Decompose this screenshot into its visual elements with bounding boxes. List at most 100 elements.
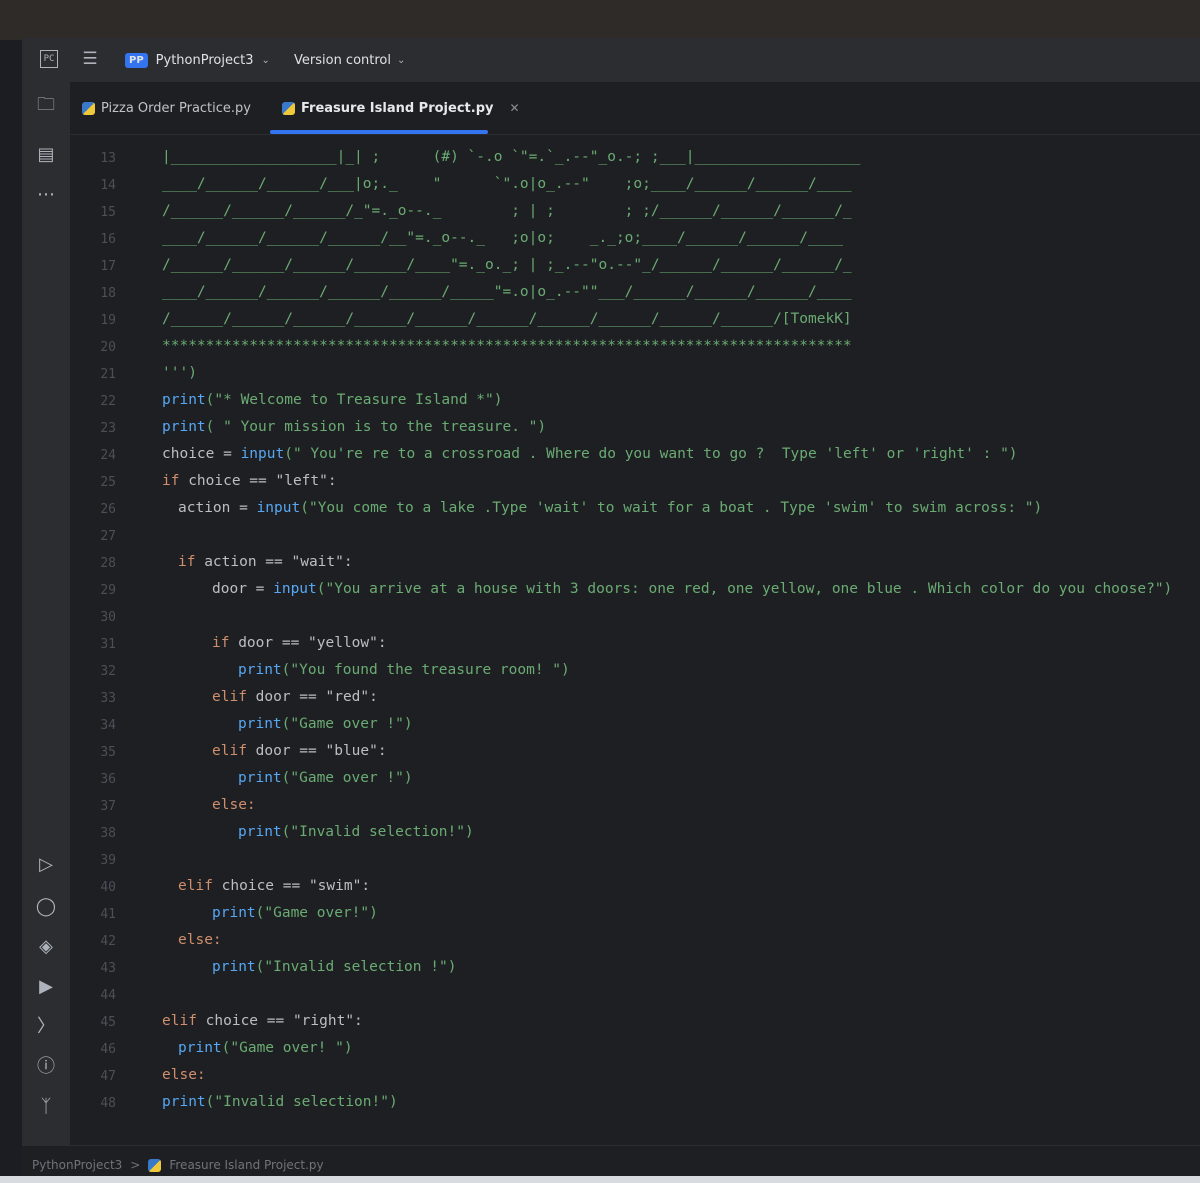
line-number: 47 [100, 1069, 116, 1084]
line-number: 21 [100, 367, 116, 382]
line-number: 24 [100, 448, 116, 463]
ide-window: PC ☰ PP PythonProject3 ⌄ Version control… [22, 38, 1200, 1183]
line-number: 39 [100, 853, 116, 868]
line-number: 22 [100, 394, 116, 409]
line-number: 40 [100, 880, 116, 895]
active-tab-indicator [270, 130, 488, 134]
chevron-down-icon: ⌄ [397, 54, 406, 66]
tab-label: Pizza Order Practice.py [101, 100, 251, 116]
code-line: if action == "wait": [178, 554, 353, 570]
code-line: elif door == "red": [212, 689, 378, 705]
line-number: 48 [100, 1096, 116, 1111]
title-bar: PC ☰ PP PythonProject3 ⌄ Version control… [22, 38, 1200, 82]
code-line: print("Game over!") [212, 905, 378, 921]
ascii-art-line: /______/______/______/______/______/____… [162, 311, 852, 327]
code-line: action = input("You come to a lake .Type… [178, 500, 1043, 516]
line-number: 15 [100, 205, 116, 220]
python-file-icon [82, 101, 95, 115]
ascii-art-line: ''') [162, 365, 197, 381]
line-number: 19 [100, 313, 116, 328]
ascii-art-line: ____/______/______/______/______/_____"=… [162, 284, 852, 300]
ascii-art-line: ____/______/______/___|o;._ " `".o|o_.--… [162, 176, 852, 192]
tool-window-strip: 🗀 ▤ ⋯ ▷ ◯ ◈ ▶ 〉 ⓘ ᛉ [22, 82, 70, 1147]
code-line: if door == "yellow": [212, 635, 387, 651]
code-line: print("You found the treasure room! ") [238, 662, 570, 678]
tab-freasure-island-project[interactable]: Freasure Island Project.py ✕ [282, 96, 520, 120]
line-number: 41 [100, 907, 116, 922]
line-number: 14 [100, 178, 116, 193]
line-number: 28 [100, 556, 116, 571]
version-control-menu[interactable]: Version control ⌄ [294, 49, 405, 71]
code-line: elif choice == "right": [162, 1013, 363, 1029]
line-number: 26 [100, 502, 116, 517]
line-number: 31 [100, 637, 116, 652]
line-number: 36 [100, 772, 116, 787]
line-number: 46 [100, 1042, 116, 1057]
services-icon[interactable]: ▶ [33, 974, 59, 1000]
code-line: if choice == "left": [162, 473, 337, 489]
problems-icon[interactable]: ⓘ [33, 1054, 59, 1080]
close-icon[interactable]: ✕ [509, 101, 519, 115]
code-line: else: [178, 932, 222, 948]
project-switcher[interactable]: PP PythonProject3 ⌄ [125, 49, 270, 71]
line-number: 37 [100, 799, 116, 814]
ascii-art-line: /______/______/______/______/____"=._o._… [162, 257, 852, 273]
ascii-art-line: |___________________|_| ; (#) `-.o `"=.`… [162, 149, 861, 165]
structure-icon[interactable]: ▤ [33, 142, 59, 168]
project-badge: PP [125, 52, 148, 68]
code-line: else: [162, 1067, 206, 1083]
python-file-icon [282, 101, 295, 115]
line-number: 23 [100, 421, 116, 436]
line-number: 17 [100, 259, 116, 274]
line-number: 34 [100, 718, 116, 733]
layers-icon[interactable]: ◈ [33, 934, 59, 960]
code-line: elif choice == "swim": [178, 878, 371, 894]
line-number: 43 [100, 961, 116, 976]
line-number: 25 [100, 475, 116, 490]
code-line: print("Invalid selection!") [238, 824, 474, 840]
line-number: 20 [100, 340, 116, 355]
app-logo-icon[interactable]: PC [40, 50, 58, 68]
code-line: choice = input(" You're re to a crossroa… [162, 446, 1018, 462]
line-number-gutter: 13 14 15 16 17 18 19 20 21 22 23 24 25 26 27 28 29 30 31 32… [70, 135, 120, 1145]
tab-pizza-order-practice[interactable]: Pizza Order Practice.py [82, 96, 251, 120]
code-editor[interactable]: 13 14 15 16 17 18 19 20 21 22 23 24 25 26 27 28 29 30 31 32… [70, 135, 1200, 1145]
line-number: 38 [100, 826, 116, 841]
version-control-label: Version control [294, 52, 391, 68]
python-packages-icon[interactable]: ◯ [33, 894, 59, 920]
os-taskbar [0, 1176, 1200, 1183]
project-folder-icon[interactable]: 🗀 [33, 92, 59, 118]
line-number: 18 [100, 286, 116, 301]
terminal-icon[interactable]: 〉 [33, 1014, 59, 1040]
line-number: 29 [100, 583, 116, 598]
ascii-art-line: /______/______/______/_"=._o--._ ; | ; ;… [162, 203, 852, 219]
breadcrumb-separator: > [130, 1158, 141, 1172]
code-line: print("* Welcome to Treasure Island *") [162, 392, 503, 408]
line-number: 44 [100, 988, 116, 1003]
line-number: 32 [100, 664, 116, 679]
line-number: 30 [100, 610, 116, 625]
code-line: print("Invalid selection!") [162, 1094, 398, 1110]
code-line: door = input("You arrive at a house with… [212, 581, 1173, 597]
line-number: 42 [100, 934, 116, 949]
project-name: PythonProject3 [155, 52, 254, 68]
breadcrumb-project[interactable]: PythonProject3 [32, 1158, 122, 1172]
line-number: 13 [100, 151, 116, 166]
line-number: 33 [100, 691, 116, 706]
line-number: 27 [100, 529, 116, 544]
breadcrumb-file[interactable]: Freasure Island Project.py [169, 1158, 323, 1172]
chevron-down-icon: ⌄ [261, 54, 270, 66]
line-number: 35 [100, 745, 116, 760]
code-line: print("Game over !") [238, 770, 413, 786]
code-line: print("Invalid selection !") [212, 959, 457, 975]
python-file-icon [148, 1158, 162, 1172]
ascii-art-line: ****************************************… [162, 338, 852, 354]
more-tools-icon[interactable]: ⋯ [33, 182, 59, 208]
monitor-bezel [0, 0, 1200, 40]
code-line: print("Game over! ") [178, 1040, 353, 1056]
hamburger-menu-icon[interactable]: ☰ [79, 48, 101, 70]
run-icon[interactable]: ▷ [33, 852, 59, 878]
code-line: elif door == "blue": [212, 743, 387, 759]
line-number: 16 [100, 232, 116, 247]
git-branch-icon[interactable]: ᛉ [33, 1094, 59, 1120]
